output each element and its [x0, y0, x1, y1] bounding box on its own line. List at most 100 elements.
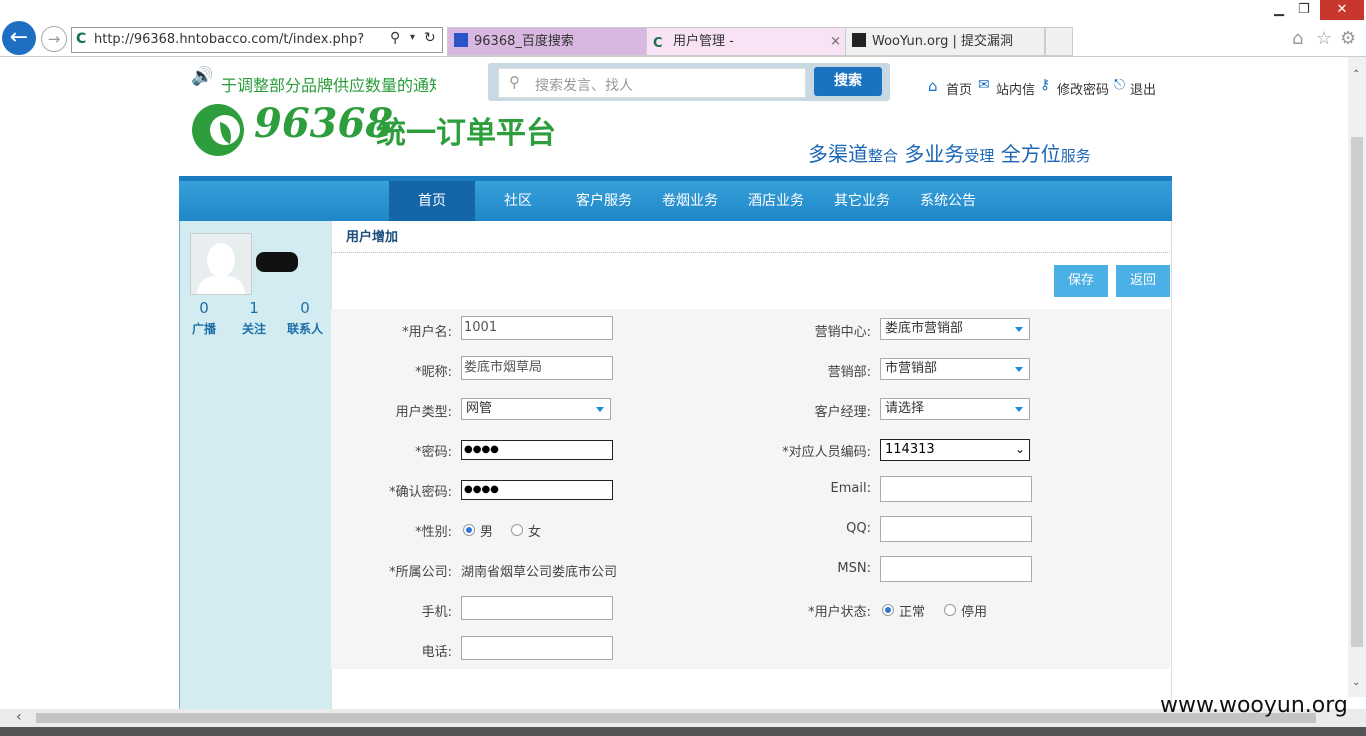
email-input[interactable]	[880, 476, 1032, 502]
phone-input[interactable]	[461, 636, 613, 660]
staff-code-select[interactable]: 114313 ⌄	[880, 439, 1030, 461]
marketing-dept-select[interactable]: 市营销部	[880, 358, 1030, 380]
slogan-part: 受理	[964, 147, 995, 165]
tab-wooyun[interactable]: WooYun.org | 提交漏洞	[845, 27, 1045, 56]
confirm-password-input[interactable]: ●●●●	[461, 480, 613, 500]
link-logout[interactable]: 退出	[1130, 79, 1156, 98]
marketing-center-select[interactable]: 娄底市营销部	[880, 318, 1030, 340]
nav-other[interactable]: 其它业务	[819, 181, 905, 221]
username-input[interactable]: 1001	[461, 316, 613, 340]
stat-follow-count[interactable]: 1	[234, 299, 274, 317]
email-label: Email:	[830, 481, 871, 496]
close-icon[interactable]: ✕	[1320, 0, 1364, 20]
nav-community[interactable]: 社区	[475, 181, 561, 221]
usertype-value: 网管	[466, 401, 493, 416]
news-marquee[interactable]: 于调整部分品牌供应数量的通知	[221, 72, 436, 96]
stat-broadcast-label[interactable]: 广播	[179, 320, 229, 337]
gender-label: *性别:	[415, 525, 452, 540]
nickname-label: *昵称:	[415, 365, 452, 380]
stat-contacts-label[interactable]: 联系人	[280, 320, 330, 337]
scroll-left-icon[interactable]: ‹	[16, 709, 22, 725]
taskbar	[0, 727, 1366, 736]
chevron-down-icon: ⌄	[1014, 442, 1025, 456]
slogan-part: 全方位	[1000, 142, 1061, 166]
minimize-icon[interactable]: ▁	[1274, 2, 1284, 17]
tab-user-management[interactable]: C 用户管理 - ×	[646, 27, 846, 56]
speaker-icon: 🔊	[191, 66, 214, 87]
nav-home[interactable]: 首页	[389, 181, 475, 221]
status-normal-radio[interactable]	[882, 604, 894, 616]
search-input[interactable]: ⚲ 搜索发言、找人	[498, 68, 806, 98]
gender-female-label[interactable]: 女	[528, 521, 541, 540]
search-placeholder: 搜索发言、找人	[535, 78, 633, 94]
account-manager-label: 客户经理:	[814, 405, 871, 420]
gender-male-label[interactable]: 男	[480, 521, 493, 540]
logo-number: 96368	[254, 100, 394, 147]
link-home[interactable]: 首页	[946, 79, 972, 98]
restore-icon[interactable]: ❐	[1298, 2, 1310, 17]
stat-contacts-count[interactable]: 0	[285, 299, 325, 317]
username-label: *用户名:	[402, 325, 452, 340]
password-label: *密码:	[415, 445, 452, 460]
nickname-input[interactable]: 娄底市烟草局	[461, 356, 613, 380]
nav-customer-service[interactable]: 客户服务	[561, 181, 647, 221]
chevron-down-icon	[1015, 407, 1023, 412]
back-button[interactable]: 返回	[1116, 265, 1170, 297]
home-icon[interactable]: ⌂	[1292, 28, 1303, 49]
user-silhouette-icon	[197, 243, 245, 294]
page-title: 用户增加	[346, 230, 399, 245]
stat-broadcast-count[interactable]: 0	[184, 299, 224, 317]
qq-input[interactable]	[880, 516, 1032, 542]
tab-label: 96368_百度搜索	[474, 34, 574, 49]
key-icon: ⚷	[1040, 77, 1051, 93]
divider	[331, 252, 1170, 253]
gender-male-radio[interactable]	[463, 524, 475, 536]
stat-follow-label[interactable]: 关注	[229, 320, 279, 337]
site-favicon-icon: C	[76, 31, 87, 47]
account-manager-value: 请选择	[885, 401, 925, 416]
slogan: 多渠道整合 多业务受理 全方位服务	[808, 138, 1091, 167]
forward-icon[interactable]: →	[41, 26, 67, 52]
status-disabled-radio[interactable]	[944, 604, 956, 616]
link-change-password[interactable]: 修改密码	[1057, 79, 1109, 98]
gear-icon[interactable]: ⚙	[1340, 28, 1356, 49]
slogan-part: 整合	[868, 147, 899, 165]
refresh-icon[interactable]: ↻	[424, 30, 436, 46]
avatar[interactable]	[190, 233, 252, 295]
scroll-up-icon[interactable]: ⌃	[1352, 69, 1360, 80]
scroll-thumb[interactable]	[36, 713, 1316, 723]
usertype-select[interactable]: 网管	[461, 398, 611, 420]
tab-baidu[interactable]: 96368_百度搜索	[447, 27, 647, 56]
link-messages[interactable]: 站内信	[996, 79, 1035, 98]
tab-close-icon[interactable]: ×	[830, 28, 841, 55]
nav-hotel[interactable]: 酒店业务	[733, 181, 819, 221]
status-normal-label[interactable]: 正常	[899, 601, 925, 620]
mobile-label: 手机:	[421, 605, 452, 620]
password-input[interactable]: ●●●●	[461, 440, 613, 460]
slogan-part: 多渠道	[808, 142, 868, 166]
address-bar[interactable]: C http://96368.hntobacco.com/t/index.php…	[71, 27, 443, 53]
account-manager-select[interactable]: 请选择	[880, 398, 1030, 420]
scroll-down-icon[interactable]: ⌄	[1352, 677, 1360, 688]
gender-female-radio[interactable]	[511, 524, 523, 536]
chevron-down-icon[interactable]: ▾	[410, 32, 415, 43]
back-icon[interactable]: ←	[2, 21, 36, 55]
phone-label: 电话:	[421, 645, 452, 660]
new-tab-button[interactable]	[1045, 27, 1073, 56]
search-button[interactable]: 搜索	[814, 67, 882, 96]
status-disabled-label[interactable]: 停用	[961, 601, 987, 620]
vertical-scrollbar[interactable]: ⌃ ⌄	[1348, 57, 1366, 697]
star-icon[interactable]: ☆	[1316, 28, 1332, 49]
search-icon[interactable]: ⚲	[390, 30, 400, 46]
msn-input[interactable]	[880, 556, 1032, 582]
baidu-paw-icon	[454, 33, 468, 47]
staff-code-label: *对应人员编码:	[782, 445, 871, 460]
slogan-part: 多业务	[904, 142, 965, 166]
nav-announcements[interactable]: 系统公告	[905, 181, 991, 221]
slogan-part: 服务	[1060, 147, 1091, 165]
nav-cigarette[interactable]: 卷烟业务	[647, 181, 733, 221]
mobile-input[interactable]	[461, 596, 613, 620]
scroll-thumb[interactable]	[1351, 137, 1363, 647]
save-button[interactable]: 保存	[1054, 265, 1108, 297]
logo-text: 统一订单平台	[376, 116, 556, 151]
